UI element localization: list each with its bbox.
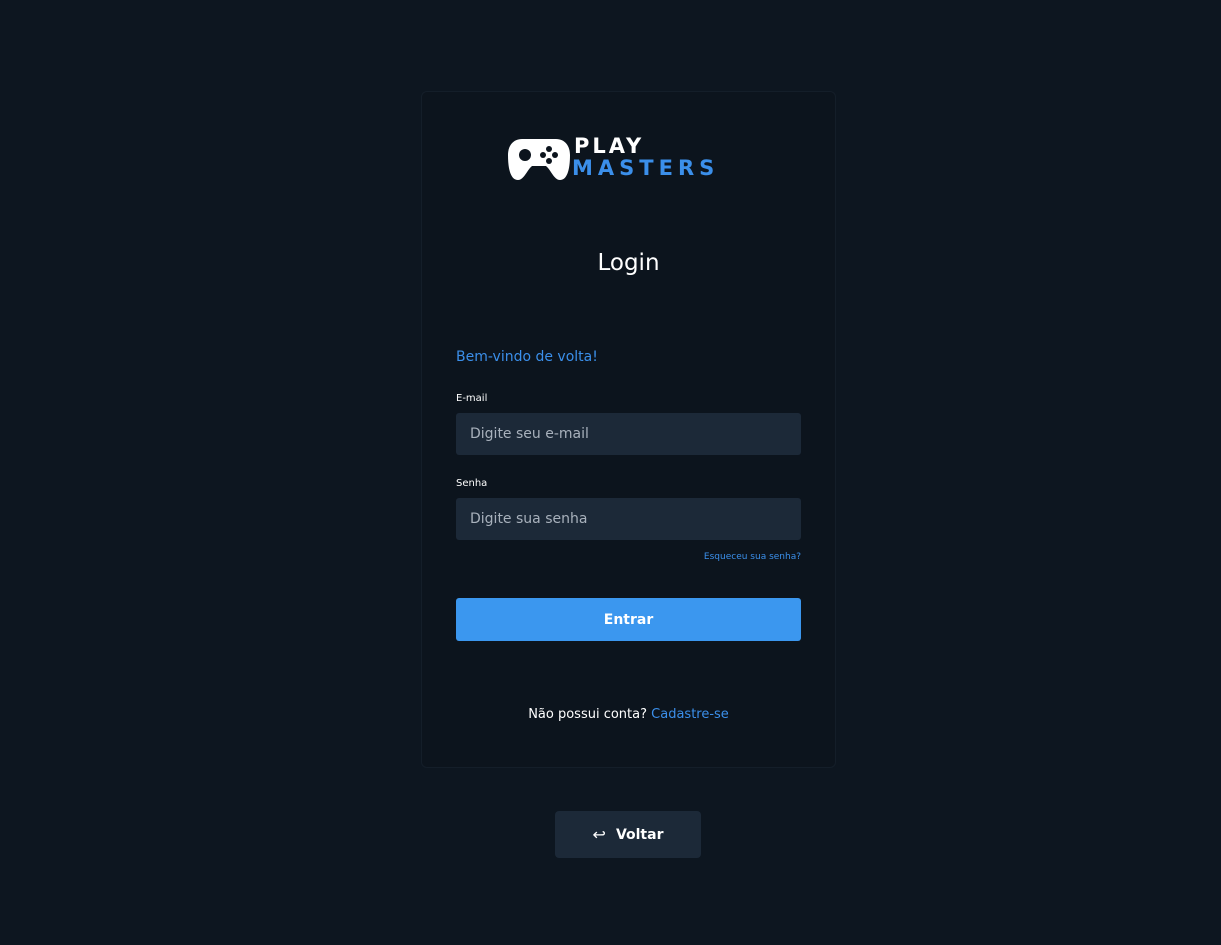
forgot-password-link[interactable]: Esqueceu sua senha?	[704, 552, 801, 562]
welcome-message: Bem-vindo de volta!	[456, 349, 598, 365]
password-label: Senha	[456, 478, 488, 489]
login-button[interactable]: Entrar	[456, 598, 801, 641]
back-button[interactable]: ↩ Voltar	[555, 811, 701, 858]
gamepad-icon	[508, 139, 570, 180]
signup-prompt: Não possui conta? Cadastre-se	[421, 707, 836, 722]
email-label: E-mail	[456, 393, 488, 404]
no-account-text: Não possui conta?	[528, 707, 648, 722]
email-field[interactable]	[456, 413, 801, 455]
logo-text-play: PLAY	[574, 134, 645, 158]
password-field[interactable]	[456, 498, 801, 540]
page-title: Login	[597, 250, 660, 276]
playmasters-logo: PLAY MASTERS	[508, 134, 754, 184]
back-button-label: Voltar	[615, 826, 664, 843]
signup-link[interactable]: Cadastre-se	[651, 707, 729, 722]
logo-text-masters: MASTERS	[572, 156, 720, 180]
return-arrow-icon: ↩	[592, 825, 606, 844]
